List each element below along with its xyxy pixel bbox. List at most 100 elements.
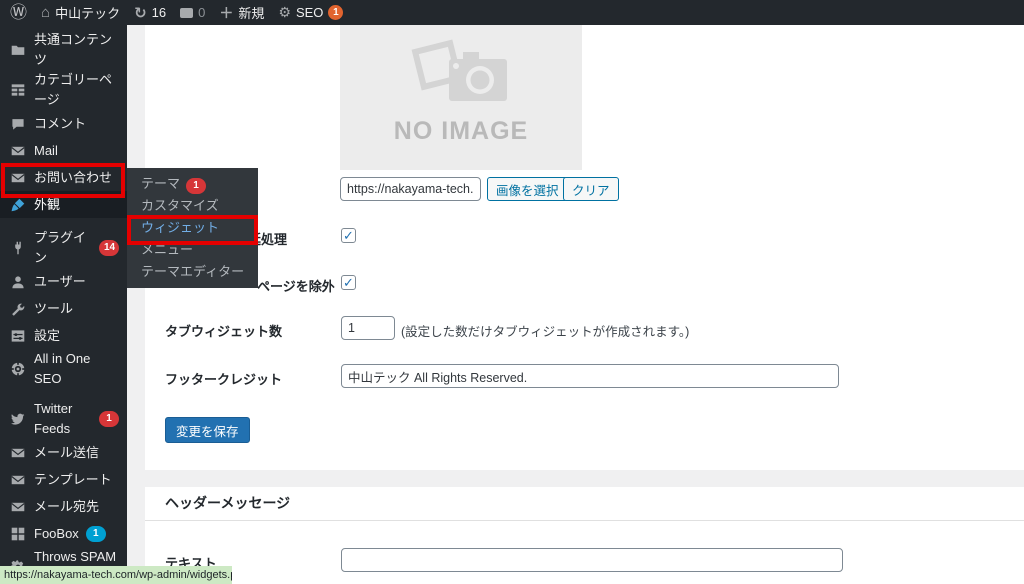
submenu-item-theme-editor[interactable]: テーマエディター (127, 261, 258, 283)
foobox-grid-icon (10, 527, 26, 541)
updates-link[interactable]: ↻ 16 (134, 4, 166, 22)
lazy-process-checkbox[interactable]: ✓ (341, 228, 356, 243)
count-badge: 1 (99, 411, 119, 427)
submenu-item-label: テーマエディター (141, 264, 245, 279)
aioseo-gear-icon (10, 362, 26, 376)
submenu-item-menus[interactable]: メニュー (127, 239, 258, 261)
sidebar-item-label: テンプレート (34, 471, 112, 487)
sidebar-item-mail-to[interactable]: メール宛先 (0, 493, 127, 520)
home-icon: ⌂ (41, 4, 51, 21)
wordpress-menu[interactable]: Ⓦ (10, 4, 27, 21)
sidebar-item-mail-send[interactable]: メール送信 (0, 439, 127, 466)
no-image-label: NO IMAGE (393, 117, 529, 145)
sidebar-item-label: メール宛先 (34, 498, 100, 514)
seo-notification-badge: 1 (328, 5, 344, 20)
seo-label: SEO (295, 5, 324, 20)
envelope-icon (10, 171, 26, 185)
sidebar-menu: 共通コンテンツ カテゴリーページコメント Mail お問い合わせ 外観プラグイン 14 ユー… (0, 25, 127, 584)
envelope-icon (10, 500, 26, 514)
submenu-item-label: テーマ (141, 176, 181, 191)
sidebar-item-label: プラグイン (34, 230, 87, 265)
sidebar-item-contact[interactable]: お問い合わせ (0, 164, 127, 191)
image-url-input[interactable] (340, 177, 481, 201)
widget-options-panel: NO IMAGE 画像を選択 クリア 延処理 ✓ ページを除外 ✓ タブウィジェ… (145, 25, 1024, 470)
footer-credit-label: フッタークレジット (165, 372, 283, 387)
sidebar-item-label: 共通コンテンツ (34, 32, 113, 67)
header-message-panel: ヘッダーメッセージ テキスト (145, 487, 1024, 584)
sidebar-item-appearance[interactable]: 外観 (0, 191, 127, 218)
sidebar-item-label: 外観 (34, 196, 61, 212)
new-content-link[interactable]: ＋ 新規 (219, 3, 264, 23)
header-message-title: ヘッダーメッセージ (165, 495, 291, 511)
clear-button[interactable]: クリア (563, 177, 619, 201)
select-image-button[interactable]: 画像を選択 (487, 177, 568, 201)
sidebar-item-label: All in One SEO (34, 351, 91, 386)
sidebar-item-settings[interactable]: 設定 (0, 322, 127, 349)
sidebar-item-label: カテゴリーページ (34, 72, 113, 107)
comment-icon (10, 117, 26, 131)
submenu-item-widgets[interactable]: ウィジェット (127, 217, 258, 239)
sidebar-item-comments[interactable]: コメント (0, 110, 127, 137)
plugin-icon (10, 241, 26, 255)
sidebar-item-label: Mail (34, 142, 58, 158)
wordpress-admin-screen: Ⓦ ⌂ 中山テック ↻ 16 0 ＋ 新規 ⚙ SEO 1 NO IMAGE h… (0, 0, 1024, 584)
count-badge: 1 (186, 178, 207, 194)
tab-widget-count-hint: (設定した数だけタブウィジェットが作成されます。) (401, 325, 690, 339)
exclude-page-checkbox[interactable]: ✓ (341, 275, 356, 290)
site-link[interactable]: ⌂ 中山テック (41, 3, 120, 22)
sidebar-item-label: 設定 (34, 327, 61, 343)
envelope-icon (10, 144, 26, 158)
plus-icon: ＋ (219, 4, 234, 21)
count-badge: 1 (85, 525, 106, 542)
sidebar-item-tools[interactable]: ツール (0, 295, 127, 322)
twitter-icon (10, 412, 26, 426)
updates-icon: ↻ (134, 4, 147, 22)
comment-bubble-icon (180, 7, 194, 18)
sidebar-item-label: メール送信 (34, 444, 100, 460)
seo-gear-icon: ⚙ (278, 4, 291, 20)
submenu-item-label: カスタマイズ (141, 198, 219, 213)
new-label: 新規 (238, 6, 265, 21)
submenu-item-label: ウィジェット (141, 220, 220, 235)
wrench-icon (10, 302, 26, 316)
sidebar-item-plugins[interactable]: プラグイン 14 (0, 228, 127, 268)
folder-icon (10, 43, 26, 57)
header-message-text-input[interactable] (341, 548, 843, 572)
site-name: 中山テック (55, 6, 121, 21)
save-changes-button[interactable]: 変更を保存 (165, 417, 250, 443)
admin-bar: Ⓦ ⌂ 中山テック ↻ 16 0 ＋ 新規 ⚙ SEO 1 (0, 0, 1024, 25)
wordpress-logo-icon: Ⓦ (10, 3, 27, 22)
no-image-placeholder: NO IMAGE (340, 25, 582, 170)
user-icon (10, 275, 26, 289)
sidebar-item-all-in-one-seo[interactable]: All in One SEO (0, 349, 127, 389)
seo-link[interactable]: ⚙ SEO 1 (278, 4, 344, 21)
submenu-item-customize[interactable]: カスタマイズ (127, 195, 258, 217)
status-bar-url: https://nakayama-tech.com/wp-admin/widge… (0, 566, 232, 584)
footer-credit-input[interactable] (341, 364, 839, 388)
comments-link[interactable]: 0 (180, 5, 205, 20)
submenu-item-label: メニュー (141, 242, 194, 257)
sidebar-item-category-page[interactable]: カテゴリーページ (0, 70, 127, 110)
count-badge: 14 (99, 240, 119, 256)
sliders-icon (10, 329, 26, 343)
sidebar-item-mail[interactable]: Mail (0, 137, 127, 164)
comments-count: 0 (198, 5, 206, 20)
section-divider (145, 520, 1024, 521)
grid-icon (10, 83, 26, 97)
sidebar-item-label: お問い合わせ (34, 169, 113, 185)
sidebar-item-common-content[interactable]: 共通コンテンツ (0, 30, 127, 70)
tab-widget-count-label: タブウィジェット数 (165, 324, 283, 339)
sidebar-item-label: Twitter Feeds (34, 401, 73, 436)
sidebar-item-label: FooBox (34, 525, 79, 541)
tab-widget-count-input[interactable] (341, 316, 395, 340)
sidebar-item-label: ユーザー (34, 273, 86, 289)
updates-count: 16 (151, 5, 167, 20)
appearance-submenu: テーマ 1 カスタマイズ ウィジェット メニューテーマエディター (127, 168, 258, 288)
sidebar-item-twitter-feeds[interactable]: Twitter Feeds 1 (0, 399, 127, 439)
submenu-item-themes[interactable]: テーマ 1 (127, 173, 258, 195)
sidebar-item-users[interactable]: ユーザー (0, 268, 127, 295)
sidebar-item-foobox[interactable]: FooBox 1 (0, 520, 127, 547)
sidebar-item-template[interactable]: テンプレート (0, 466, 127, 493)
sidebar-item-label: ツール (34, 300, 74, 316)
camera-icon (411, 39, 507, 101)
